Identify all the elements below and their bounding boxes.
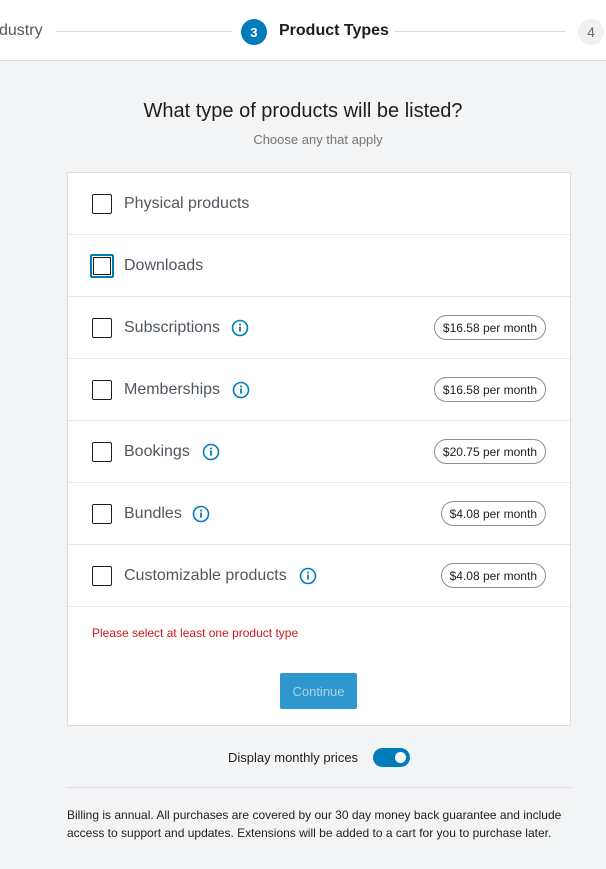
product-label[interactable]: Physical products [124, 195, 249, 213]
customizable-products-checkbox[interactable] [92, 566, 112, 586]
physical-products-checkbox[interactable] [92, 194, 112, 214]
billing-note: Billing is annual. All purchases are cov… [67, 808, 562, 840]
product-label[interactable]: Bundles [124, 505, 182, 523]
validation-error: Please select at least one product type [92, 626, 299, 640]
info-icon[interactable] [232, 381, 250, 399]
stepper: dustry 3 Product Types 4 [0, 0, 606, 61]
step-next-number: 4 [578, 19, 604, 45]
price-badge: $16.58 per month [433, 315, 546, 340]
product-row-memberships[interactable]: Memberships $16.58 per month [68, 359, 570, 421]
product-label[interactable]: Customizable products [124, 567, 287, 585]
step-industry-label[interactable]: dustry [0, 22, 43, 40]
divider [67, 787, 571, 788]
product-label[interactable]: Bookings [124, 443, 190, 461]
product-label[interactable]: Memberships [124, 381, 220, 399]
info-icon[interactable] [202, 443, 220, 461]
bundles-checkbox[interactable] [92, 504, 112, 524]
info-icon[interactable] [299, 567, 317, 585]
page-title: What type of products will be listed? [143, 100, 463, 122]
price-badge: $4.08 per month [440, 563, 546, 588]
memberships-checkbox[interactable] [92, 380, 112, 400]
product-row-downloads[interactable]: Downloads [68, 235, 570, 297]
subscriptions-checkbox[interactable] [92, 318, 112, 338]
bookings-checkbox[interactable] [92, 442, 112, 462]
product-row-physical[interactable]: Physical products [68, 173, 570, 235]
product-row-bookings[interactable]: Bookings $20.75 per month [68, 421, 570, 483]
monthly-prices-label: Display monthly prices [228, 750, 359, 765]
product-row-bundles[interactable]: Bundles $4.08 per month [68, 483, 570, 545]
price-badge: $16.58 per month [433, 377, 546, 402]
monthly-prices-toggle[interactable] [373, 748, 410, 767]
step-current-label: Product Types [279, 22, 389, 39]
page-subtitle: Choose any that apply [253, 132, 383, 147]
info-icon[interactable] [231, 319, 249, 337]
step-connector [56, 31, 232, 32]
price-badge: $20.75 per month [433, 439, 546, 464]
downloads-checkbox[interactable] [90, 254, 114, 278]
product-label[interactable]: Downloads [124, 257, 203, 275]
product-row-customizable[interactable]: Customizable products $4.08 per month [68, 545, 570, 607]
toggle-knob [395, 752, 406, 763]
step-connector [395, 31, 565, 32]
product-types-card: Physical products Downloads Subscription… [67, 172, 571, 726]
product-label[interactable]: Subscriptions [124, 319, 220, 337]
price-badge: $4.08 per month [440, 501, 546, 526]
info-icon[interactable] [192, 505, 210, 523]
step-current-number: 3 [241, 19, 267, 45]
continue-button[interactable]: Continue [280, 673, 357, 709]
product-row-subscriptions[interactable]: Subscriptions $16.58 per month [68, 297, 570, 359]
